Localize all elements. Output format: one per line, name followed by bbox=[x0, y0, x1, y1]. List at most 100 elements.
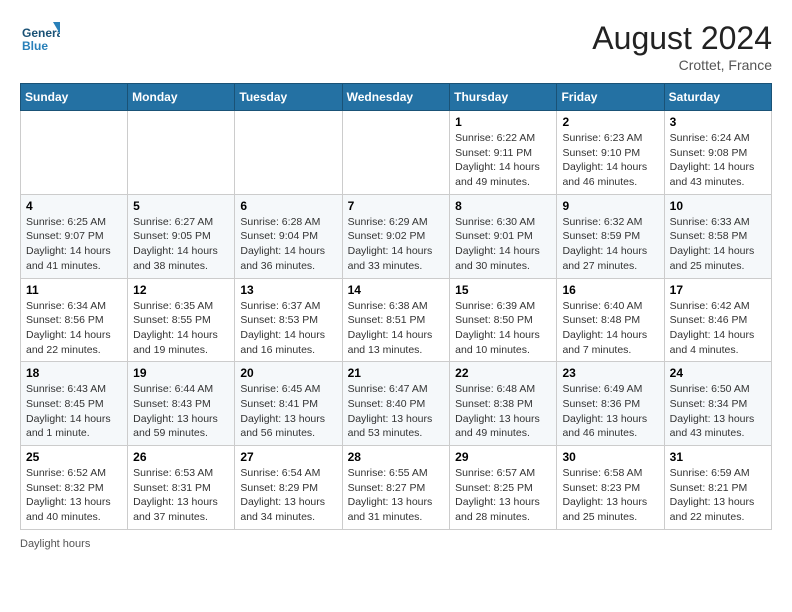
month-year: August 2024 bbox=[592, 20, 772, 57]
weekday-header-monday: Monday bbox=[128, 84, 235, 111]
title-area: August 2024 Crottet, France bbox=[592, 20, 772, 73]
week-row-3: 11 Sunrise: 6:34 AMSunset: 8:56 PMDayligh… bbox=[21, 278, 772, 362]
day-number: 25 bbox=[26, 450, 122, 464]
day-number: 12 bbox=[133, 283, 229, 297]
calendar-cell: 11 Sunrise: 6:34 AMSunset: 8:56 PMDayligh… bbox=[21, 278, 128, 362]
calendar-cell: 30 Sunrise: 6:58 AMSunset: 8:23 PMDayligh… bbox=[557, 446, 664, 530]
day-number: 24 bbox=[670, 366, 766, 380]
calendar-cell: 20Sunrise: 6:45 AMSunset: 8:41 PMDayligh… bbox=[235, 362, 342, 446]
day-number: 18 bbox=[26, 366, 122, 380]
day-number: 22 bbox=[455, 366, 551, 380]
day-info: Sunrise: 6:28 AMSunset: 9:04 PMDaylight:… bbox=[240, 215, 336, 274]
day-info: Sunrise: 6:30 AMSunset: 9:01 PMDaylight:… bbox=[455, 215, 551, 274]
day-number: 16 bbox=[562, 283, 658, 297]
day-info: Sunrise: 6:48 AMSunset: 8:38 PMDaylight:… bbox=[455, 382, 551, 441]
day-info: Sunrise: 6:29 AMSunset: 9:02 PMDaylight:… bbox=[348, 215, 445, 274]
weekday-header-saturday: Saturday bbox=[664, 84, 771, 111]
weekday-header-tuesday: Tuesday bbox=[235, 84, 342, 111]
week-row-2: 4Sunrise: 6:25 AMSunset: 9:07 PMDaylight… bbox=[21, 194, 772, 278]
calendar-cell: 2 Sunrise: 6:23 AMSunset: 9:10 PMDaylight… bbox=[557, 111, 664, 195]
day-info: Sunrise: 6:37 AMSunset: 8:53 PMDaylight:… bbox=[240, 299, 336, 358]
weekday-header-sunday: Sunday bbox=[21, 84, 128, 111]
day-info: Sunrise: 6:34 AMSunset: 8:56 PMDaylight:… bbox=[26, 299, 122, 358]
logo-svg: General Blue bbox=[20, 20, 60, 60]
calendar-cell: 10 Sunrise: 6:33 AMSunset: 8:58 PMDayligh… bbox=[664, 194, 771, 278]
calendar-cell: 7 Sunrise: 6:29 AMSunset: 9:02 PMDaylight… bbox=[342, 194, 450, 278]
week-row-4: 18 Sunrise: 6:43 AMSunset: 8:45 PMDayligh… bbox=[21, 362, 772, 446]
day-info: Sunrise: 6:22 AMSunset: 9:11 PMDaylight:… bbox=[455, 131, 551, 190]
header: General Blue August 2024 Crottet, France bbox=[20, 20, 772, 73]
day-number: 27 bbox=[240, 450, 336, 464]
day-info: Sunrise: 6:52 AMSunset: 8:32 PMDaylight:… bbox=[26, 466, 122, 525]
day-info: Sunrise: 6:59 AMSunset: 8:21 PMDaylight:… bbox=[670, 466, 766, 525]
calendar-cell: 31 Sunrise: 6:59 AMSunset: 8:21 PMDayligh… bbox=[664, 446, 771, 530]
day-number: 30 bbox=[562, 450, 658, 464]
day-info: Sunrise: 6:40 AMSunset: 8:48 PMDaylight:… bbox=[562, 299, 658, 358]
day-info: Sunrise: 6:44 AMSunset: 8:43 PMDaylight:… bbox=[133, 382, 229, 441]
calendar-cell: 5 Sunrise: 6:27 AMSunset: 9:05 PMDaylight… bbox=[128, 194, 235, 278]
calendar-cell: 26 Sunrise: 6:53 AMSunset: 8:31 PMDayligh… bbox=[128, 446, 235, 530]
week-row-1: 1Sunrise: 6:22 AMSunset: 9:11 PMDaylight… bbox=[21, 111, 772, 195]
day-number: 31 bbox=[670, 450, 766, 464]
day-number: 21 bbox=[348, 366, 445, 380]
day-number: 11 bbox=[26, 283, 122, 297]
day-info: Sunrise: 6:23 AMSunset: 9:10 PMDaylight:… bbox=[562, 131, 658, 190]
day-number: 5 bbox=[133, 199, 229, 213]
day-number: 13 bbox=[240, 283, 336, 297]
day-number: 29 bbox=[455, 450, 551, 464]
calendar-cell: 4Sunrise: 6:25 AMSunset: 9:07 PMDaylight… bbox=[21, 194, 128, 278]
day-info: Sunrise: 6:33 AMSunset: 8:58 PMDaylight:… bbox=[670, 215, 766, 274]
day-number: 28 bbox=[348, 450, 445, 464]
calendar-cell bbox=[342, 111, 450, 195]
day-info: Sunrise: 6:24 AMSunset: 9:08 PMDaylight:… bbox=[670, 131, 766, 190]
calendar-cell: 24 Sunrise: 6:50 AMSunset: 8:34 PMDayligh… bbox=[664, 362, 771, 446]
day-info: Sunrise: 6:49 AMSunset: 8:36 PMDaylight:… bbox=[562, 382, 658, 441]
logo: General Blue bbox=[20, 20, 60, 60]
day-info: Sunrise: 6:57 AMSunset: 8:25 PMDaylight:… bbox=[455, 466, 551, 525]
day-number: 10 bbox=[670, 199, 766, 213]
calendar-cell: 12 Sunrise: 6:35 AMSunset: 8:55 PMDayligh… bbox=[128, 278, 235, 362]
day-number: 23 bbox=[562, 366, 658, 380]
day-info: Sunrise: 6:55 AMSunset: 8:27 PMDaylight:… bbox=[348, 466, 445, 525]
daylight-note: Daylight hours bbox=[20, 538, 90, 550]
weekday-header-friday: Friday bbox=[557, 84, 664, 111]
calendar-cell: 3 Sunrise: 6:24 AMSunset: 9:08 PMDaylight… bbox=[664, 111, 771, 195]
day-info: Sunrise: 6:27 AMSunset: 9:05 PMDaylight:… bbox=[133, 215, 229, 274]
day-info: Sunrise: 6:32 AMSunset: 8:59 PMDaylight:… bbox=[562, 215, 658, 274]
day-info: Sunrise: 6:35 AMSunset: 8:55 PMDaylight:… bbox=[133, 299, 229, 358]
calendar-cell: 29 Sunrise: 6:57 AMSunset: 8:25 PMDayligh… bbox=[450, 446, 557, 530]
day-number: 15 bbox=[455, 283, 551, 297]
footer-note: Daylight hours bbox=[20, 538, 772, 550]
day-number: 3 bbox=[670, 115, 766, 129]
calendar-table: SundayMondayTuesdayWednesdayThursdayFrid… bbox=[20, 83, 772, 530]
calendar-cell: 1Sunrise: 6:22 AMSunset: 9:11 PMDaylight… bbox=[450, 111, 557, 195]
day-number: 2 bbox=[562, 115, 658, 129]
calendar-cell: 22 Sunrise: 6:48 AMSunset: 8:38 PMDayligh… bbox=[450, 362, 557, 446]
day-number: 9 bbox=[562, 199, 658, 213]
svg-text:Blue: Blue bbox=[22, 39, 48, 53]
day-number: 19 bbox=[133, 366, 229, 380]
day-number: 14 bbox=[348, 283, 445, 297]
calendar-cell: 17Sunrise: 6:42 AMSunset: 8:46 PMDayligh… bbox=[664, 278, 771, 362]
day-info: Sunrise: 6:50 AMSunset: 8:34 PMDaylight:… bbox=[670, 382, 766, 441]
day-info: Sunrise: 6:25 AMSunset: 9:07 PMDaylight:… bbox=[26, 215, 122, 274]
day-number: 20 bbox=[240, 366, 336, 380]
day-number: 7 bbox=[348, 199, 445, 213]
calendar-cell: 16 Sunrise: 6:40 AMSunset: 8:48 PMDayligh… bbox=[557, 278, 664, 362]
calendar-cell: 9 Sunrise: 6:32 AMSunset: 8:59 PMDaylight… bbox=[557, 194, 664, 278]
day-number: 26 bbox=[133, 450, 229, 464]
calendar-cell: 6 Sunrise: 6:28 AMSunset: 9:04 PMDaylight… bbox=[235, 194, 342, 278]
day-info: Sunrise: 6:39 AMSunset: 8:50 PMDaylight:… bbox=[455, 299, 551, 358]
day-info: Sunrise: 6:54 AMSunset: 8:29 PMDaylight:… bbox=[240, 466, 336, 525]
calendar-cell: 14Sunrise: 6:38 AMSunset: 8:51 PMDayligh… bbox=[342, 278, 450, 362]
day-number: 6 bbox=[240, 199, 336, 213]
day-info: Sunrise: 6:53 AMSunset: 8:31 PMDaylight:… bbox=[133, 466, 229, 525]
calendar-cell: 27 Sunrise: 6:54 AMSunset: 8:29 PMDayligh… bbox=[235, 446, 342, 530]
weekday-header-row: SundayMondayTuesdayWednesdayThursdayFrid… bbox=[21, 84, 772, 111]
day-info: Sunrise: 6:58 AMSunset: 8:23 PMDaylight:… bbox=[562, 466, 658, 525]
calendar-cell: 28 Sunrise: 6:55 AMSunset: 8:27 PMDayligh… bbox=[342, 446, 450, 530]
day-info: Sunrise: 6:42 AMSunset: 8:46 PMDaylight:… bbox=[670, 299, 766, 358]
svg-text:General: General bbox=[22, 26, 60, 40]
day-info: Sunrise: 6:43 AMSunset: 8:45 PMDaylight:… bbox=[26, 382, 122, 441]
location: Crottet, France bbox=[592, 57, 772, 73]
